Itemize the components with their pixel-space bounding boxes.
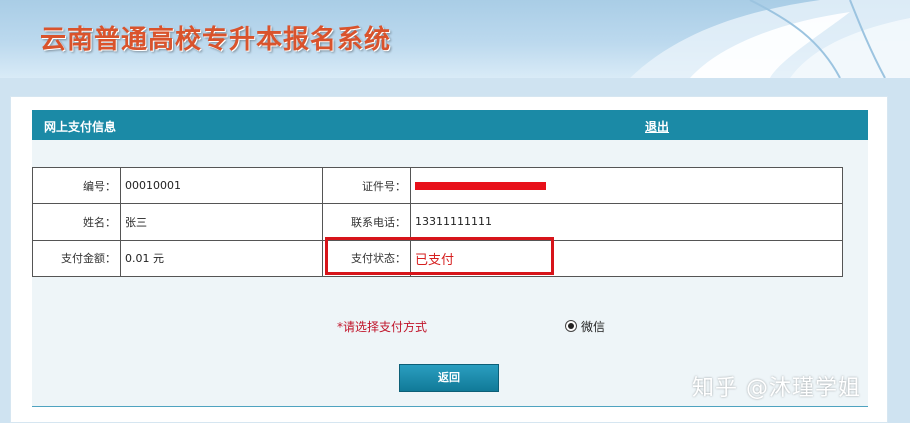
phone-label: 联系电话： xyxy=(322,203,411,241)
amount-value: 0.01 元 xyxy=(120,239,323,278)
payment-method-prompt: *请选择支付方式 xyxy=(337,320,428,334)
amount-label: 支付金额： xyxy=(32,239,121,278)
section-title: 网上支付信息 xyxy=(44,120,117,134)
wechat-option[interactable]: 微信 xyxy=(565,318,605,335)
logout-link[interactable]: 退出 xyxy=(645,118,669,135)
id-value: 00010001 xyxy=(120,166,323,205)
status-highlight-box xyxy=(325,237,554,275)
section-header: 网上支付信息 退出 xyxy=(32,110,868,141)
id-label: 编号： xyxy=(32,166,121,205)
flower-decoration-icon xyxy=(630,0,910,78)
phone-value: 13311111111 xyxy=(410,203,843,241)
table-row: 编号： 00010001 证件号： xyxy=(32,166,843,205)
name-label: 姓名： xyxy=(32,203,121,241)
redaction-bar xyxy=(415,182,546,191)
radio-selected-icon[interactable] xyxy=(565,320,577,332)
table-row: 姓名： 张三 联系电话： 13311111111 xyxy=(32,203,843,241)
watermark: 知乎 @沐瑾学姐 xyxy=(692,376,861,401)
cert-label: 证件号： xyxy=(322,166,411,205)
back-button[interactable]: 返回 xyxy=(399,364,499,392)
wechat-label: 微信 xyxy=(581,320,606,334)
name-value: 张三 xyxy=(120,203,323,241)
cert-value xyxy=(410,166,843,205)
header-banner: 云南普通高校专升本报名系统 xyxy=(0,0,910,78)
app-title: 云南普通高校专升本报名系统 xyxy=(40,25,392,55)
